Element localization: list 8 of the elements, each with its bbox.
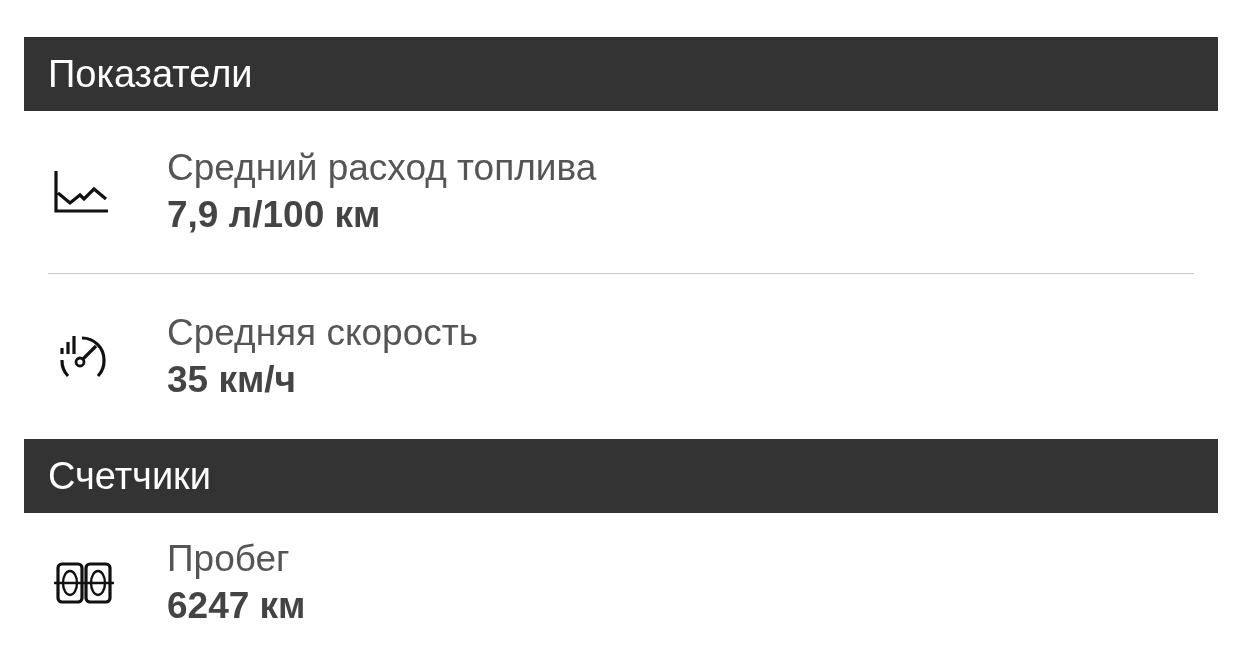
metric-label: Средняя скорость — [167, 310, 478, 355]
section-title: Счетчики — [48, 454, 211, 498]
metric-label: Средний расход топлива — [167, 146, 597, 190]
metric-label: Пробег — [167, 537, 291, 581]
metric-value: 35 км/ч — [167, 357, 298, 402]
metric-value: 7,9 л/100 км — [167, 193, 382, 237]
metric-value: 6247 км — [167, 584, 306, 628]
section-title: Показатели — [48, 52, 253, 96]
